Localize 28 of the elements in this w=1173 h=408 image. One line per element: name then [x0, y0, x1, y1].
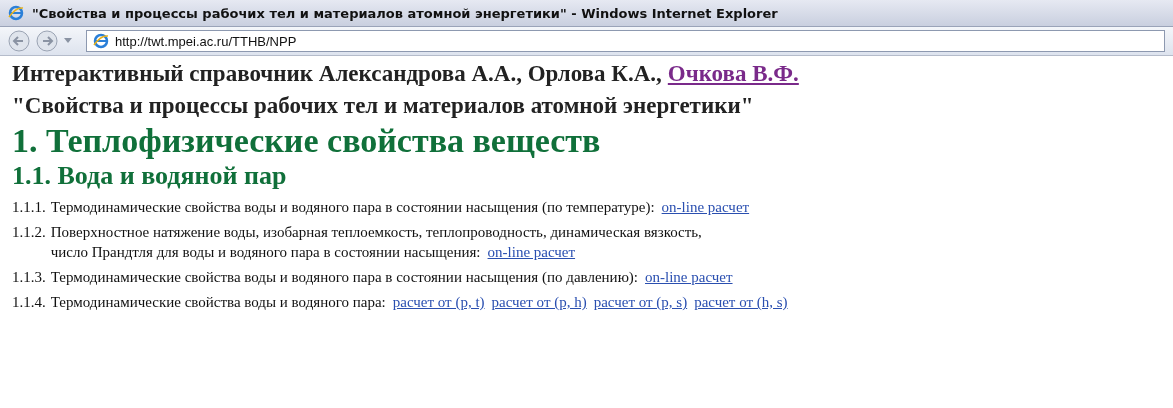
dropdown-caret-icon[interactable]	[64, 38, 72, 44]
item-number: 1.1.3.	[12, 268, 46, 287]
browser-logo-icon	[93, 33, 109, 49]
item-number: 1.1.1.	[12, 198, 46, 217]
calculation-link[interactable]: расчет от (p, s)	[593, 292, 688, 312]
browser-logo-icon	[8, 5, 24, 21]
window-title: "Свойства и процессы рабочих тел и материалов атомной энергетики" - Windows Internet Explorer	[32, 5, 778, 21]
section-heading: 1. Теплофизические свойства веществ	[12, 122, 602, 160]
item-text: Термодинамические свойства воды и водяного пара:	[50, 293, 386, 312]
item-text: Термодинамические свойства воды и водяного пара в состоянии насыщения (по температуре):	[50, 198, 655, 217]
calculation-link[interactable]: расчет от (p, h)	[491, 292, 587, 312]
item-text: Поверхностное натяжение воды, изобарная теплоемкость, теплопроводность, динамическая вязкость,	[50, 223, 702, 242]
calculation-link[interactable]: расчет от (p, t)	[392, 292, 485, 312]
item-text: Термодинамические свойства воды и водяного пара в состоянии насыщения (по давлению):	[50, 268, 638, 287]
authors-heading: Интерактивный справочник Александрова А.А., Орлова К.А.,	[12, 60, 662, 88]
subtitle-heading: "Свойства и процессы рабочих тел и материалов атомной энергетики"	[12, 92, 754, 120]
forward-button[interactable]	[36, 30, 58, 52]
subsection-heading: 1.1. Вода и водяной пар	[12, 160, 288, 192]
calculation-link[interactable]: on-line расчет	[487, 242, 576, 262]
calculation-link[interactable]: on-line расчет	[645, 267, 733, 287]
item-number: 1.1.2.	[12, 223, 46, 242]
calculation-link[interactable]: on-line расчет	[661, 197, 750, 217]
address-field[interactable]: http://twt.mpei.ac.ru/TTHB/NPP	[86, 30, 1165, 52]
back-button[interactable]	[8, 30, 30, 52]
calculation-link[interactable]: расчет от (h, s)	[694, 292, 788, 312]
author-link[interactable]: Очкова В.Ф.	[667, 58, 799, 90]
item-text: число Прандтля для воды и водяного пара в состоянии насыщения:	[50, 243, 481, 262]
item-number: 1.1.4.	[12, 293, 46, 312]
